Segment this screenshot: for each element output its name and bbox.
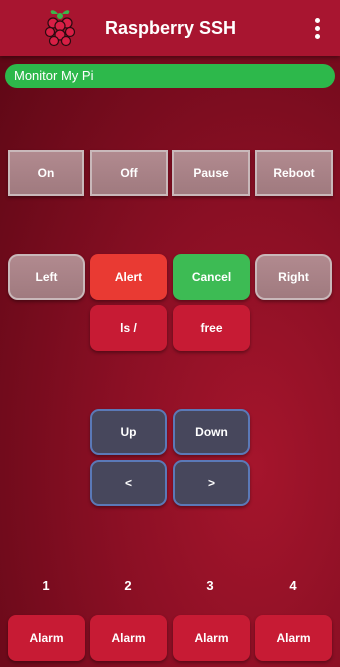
left-button[interactable]: Left [8,254,85,300]
alarm-number-2: 2 [124,578,132,593]
free-button[interactable]: free [173,305,250,351]
alarm-button-2[interactable]: Alarm [90,615,167,661]
alarm-number-4: 4 [289,578,297,593]
app-bar: Raspberry SSH [0,0,340,56]
prev-button[interactable]: < [90,460,167,506]
app-title: Raspberry SSH [105,18,237,38]
alarm-number-3: 3 [206,578,214,593]
alert-button[interactable]: Alert [90,254,167,300]
down-button[interactable]: Down [173,409,250,455]
cancel-button[interactable]: Cancel [173,254,250,300]
on-button[interactable]: On [8,150,84,196]
more-vertical-icon[interactable] [311,16,323,40]
raspberry-logo-icon [44,10,76,47]
alarm-button-1[interactable]: Alarm [8,615,85,661]
reboot-button[interactable]: Reboot [255,150,333,196]
right-button[interactable]: Right [255,254,332,300]
ls-button[interactable]: ls / [90,305,167,351]
next-button[interactable]: > [173,460,250,506]
alarm-number-1: 1 [42,578,50,593]
status-bar: Monitor My Pi [5,64,335,88]
up-button[interactable]: Up [90,409,167,455]
pause-button[interactable]: Pause [172,150,250,196]
alarm-button-4[interactable]: Alarm [255,615,332,661]
alarm-button-3[interactable]: Alarm [173,615,250,661]
off-button[interactable]: Off [90,150,168,196]
